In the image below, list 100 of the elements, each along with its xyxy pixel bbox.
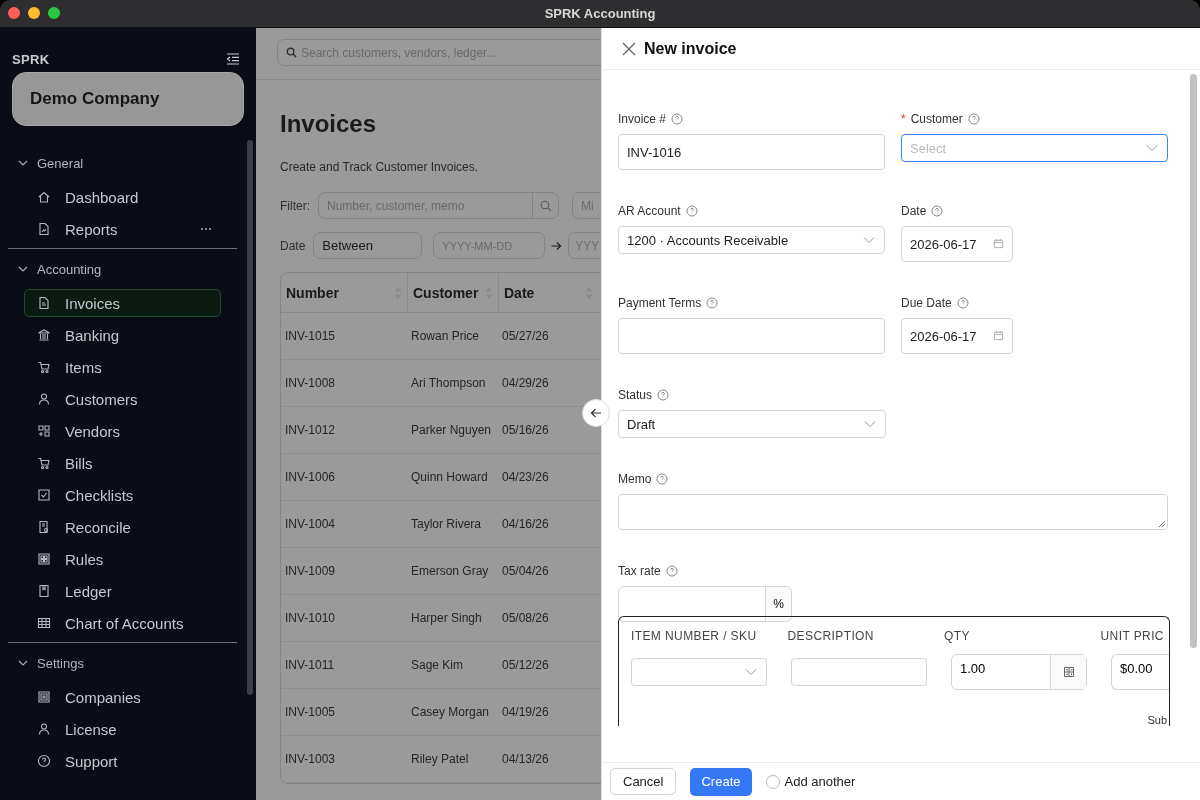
nav-item[interactable]: Items bbox=[24, 353, 221, 381]
cart-icon bbox=[37, 456, 51, 470]
document-icon bbox=[37, 296, 51, 310]
search-icon bbox=[286, 47, 297, 58]
select-field[interactable]: 1200 · Accounts Receivable bbox=[618, 226, 885, 254]
window-title: SPRK Accounting bbox=[544, 6, 656, 21]
grid-icon bbox=[37, 424, 51, 438]
field-label: Customer bbox=[910, 112, 963, 126]
arrow-icon bbox=[551, 240, 563, 251]
nav-item[interactable]: Customers bbox=[24, 385, 221, 413]
section-header[interactable]: General bbox=[37, 155, 84, 171]
table-cell-text: Quinn Howard bbox=[410, 470, 489, 484]
field-label: Tax rate bbox=[618, 564, 661, 578]
field-label: AR Account bbox=[618, 204, 681, 218]
description-field[interactable] bbox=[791, 657, 927, 686]
table-cell-text: INV-1011 bbox=[284, 658, 336, 672]
column-header[interactable]: Customer bbox=[413, 284, 479, 301]
date-field[interactable]: 2026-06-17 bbox=[901, 318, 1013, 354]
report-icon bbox=[37, 222, 51, 236]
help-icon[interactable] bbox=[671, 113, 684, 125]
nav-item[interactable]: Ledger bbox=[24, 577, 221, 605]
arrow-left-icon bbox=[590, 407, 602, 419]
help-icon[interactable] bbox=[665, 565, 678, 577]
help-icon[interactable] bbox=[685, 205, 698, 217]
column-header[interactable]: Number bbox=[286, 284, 339, 301]
zoom-button[interactable] bbox=[48, 7, 60, 19]
nav-item[interactable]: Support bbox=[24, 747, 221, 775]
nav-item[interactable]: Companies bbox=[24, 683, 221, 711]
date-field[interactable]: 2026-06-17 bbox=[901, 226, 1013, 262]
create-button[interactable]: Create bbox=[690, 767, 752, 796]
close-button[interactable] bbox=[8, 7, 20, 19]
help-icon[interactable] bbox=[706, 297, 719, 309]
text-field[interactable] bbox=[618, 318, 885, 354]
memo-field[interactable] bbox=[618, 494, 1168, 530]
nav-item[interactable]: Invoices bbox=[24, 289, 221, 317]
nav-item[interactable]: License bbox=[24, 715, 221, 743]
search-button[interactable] bbox=[532, 192, 559, 219]
table-cell-text: Taylor Rivera bbox=[410, 517, 483, 531]
book-icon bbox=[37, 584, 51, 598]
table-cell-text: 04/23/26 bbox=[501, 470, 550, 484]
nav-item[interactable]: Reports bbox=[24, 215, 221, 243]
subtotal-label: Sub bbox=[1147, 714, 1167, 726]
text-field[interactable]: INV-1016 bbox=[618, 134, 885, 170]
nav-item[interactable]: Bills bbox=[24, 449, 221, 477]
column-header[interactable]: Date bbox=[504, 284, 535, 301]
help-icon[interactable] bbox=[656, 473, 669, 485]
filter-label: Filter: bbox=[280, 198, 310, 213]
page-subtitle: Create and Track Customer Invoices. bbox=[280, 160, 480, 176]
help-icon[interactable] bbox=[657, 389, 670, 401]
required-mark: * bbox=[901, 112, 906, 126]
bank-icon bbox=[37, 328, 51, 342]
help-icon[interactable] bbox=[956, 297, 969, 309]
brand-name: SPRK bbox=[12, 51, 50, 67]
section-header[interactable]: Accounting bbox=[37, 261, 102, 277]
select-field[interactable]: Draft bbox=[618, 410, 886, 438]
nav-item[interactable]: Banking bbox=[24, 321, 221, 349]
field-label: Date bbox=[901, 204, 927, 218]
scrollbar[interactable] bbox=[247, 140, 253, 695]
table-cell-text: 05/27/26 bbox=[501, 329, 550, 343]
cancel-button[interactable]: Cancel bbox=[610, 768, 677, 795]
table-cell-text: Rowan Price bbox=[410, 329, 481, 343]
calendar-icon bbox=[993, 330, 1004, 341]
table-cell-text: 04/29/26 bbox=[501, 376, 550, 390]
nav-item[interactable]: Rules bbox=[24, 545, 221, 573]
company-switcher[interactable]: Demo Company bbox=[12, 72, 244, 126]
section-header[interactable]: Settings bbox=[37, 655, 84, 671]
table-cell-text: 05/16/26 bbox=[501, 423, 550, 437]
more-icon[interactable] bbox=[200, 227, 212, 231]
date-label: Date bbox=[280, 238, 306, 253]
checkbox-label[interactable]: Add another bbox=[784, 774, 856, 789]
nav-item[interactable]: Dashboard bbox=[24, 183, 221, 211]
table-cell-text: 04/19/26 bbox=[501, 705, 550, 719]
building-icon bbox=[37, 690, 51, 704]
table-cell-text: 04/13/26 bbox=[501, 752, 550, 766]
nav-item[interactable]: Chart of Accounts bbox=[24, 609, 221, 637]
resize-handle-icon[interactable] bbox=[1158, 520, 1166, 528]
search-icon bbox=[539, 199, 552, 212]
chevron-down-icon bbox=[1146, 144, 1158, 152]
date-mode-select[interactable]: Between bbox=[313, 232, 423, 259]
menu-icon[interactable] bbox=[226, 53, 240, 65]
table-cell-text: INV-1010 bbox=[284, 611, 337, 625]
field-label: Due Date bbox=[901, 296, 952, 310]
sku-select[interactable] bbox=[631, 657, 767, 686]
drawer-title: New invoice bbox=[644, 39, 737, 58]
table-cell-text: INV-1006 bbox=[284, 470, 337, 484]
field-label: Payment Terms bbox=[618, 296, 702, 310]
table-cell-text: INV-1009 bbox=[284, 564, 337, 578]
nav-item[interactable]: Checklists bbox=[24, 481, 221, 509]
nav-item[interactable]: Vendors bbox=[24, 417, 221, 445]
help-icon[interactable] bbox=[931, 205, 944, 217]
column-header: QTY bbox=[944, 628, 971, 643]
unit-price-field[interactable]: $0.00 bbox=[1111, 653, 1169, 690]
person-icon bbox=[37, 722, 51, 736]
help-icon[interactable] bbox=[967, 113, 980, 125]
minimize-button[interactable] bbox=[28, 7, 40, 19]
table-cell-text: Parker Nguyen bbox=[410, 423, 493, 437]
field-label: Invoice # bbox=[618, 112, 667, 126]
close-icon[interactable] bbox=[622, 41, 636, 56]
nav-item[interactable]: Reconcile bbox=[24, 513, 221, 541]
scrollbar[interactable] bbox=[1190, 74, 1197, 648]
